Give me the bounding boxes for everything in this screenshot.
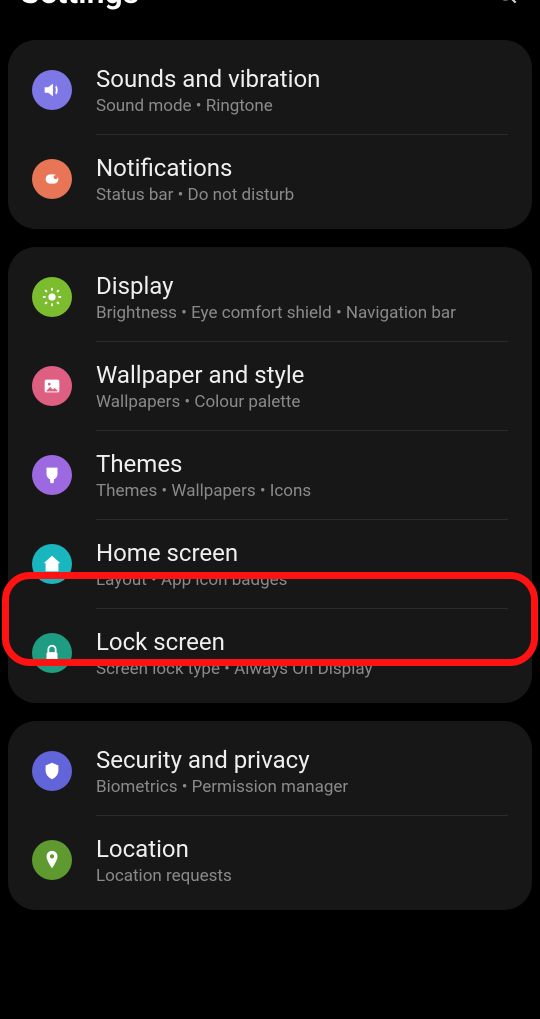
item-texts: LocationLocation requests bbox=[96, 834, 508, 886]
item-subtitle: Sound mode • Ringtone bbox=[96, 96, 508, 116]
item-texts: DisplayBrightness • Eye comfort shield •… bbox=[96, 271, 508, 323]
item-texts: Home screenLayout • App icon badges bbox=[96, 538, 508, 590]
settings-item-location[interactable]: LocationLocation requests bbox=[8, 816, 532, 904]
location-icon bbox=[32, 840, 72, 880]
item-title: Themes bbox=[96, 449, 508, 479]
settings-item-lock[interactable]: Lock screenScreen lock type • Always On … bbox=[8, 609, 532, 697]
item-subtitle: Wallpapers • Colour palette bbox=[96, 392, 508, 412]
item-texts: Wallpaper and styleWallpapers • Colour p… bbox=[96, 360, 508, 412]
lock-icon bbox=[32, 633, 72, 673]
item-texts: Lock screenScreen lock type • Always On … bbox=[96, 627, 508, 679]
settings-item-themes[interactable]: ThemesThemes • Wallpapers • Icons bbox=[8, 431, 532, 519]
item-subtitle: Location requests bbox=[96, 866, 508, 886]
item-title: Home screen bbox=[96, 538, 508, 568]
item-subtitle: Brightness • Eye comfort shield • Naviga… bbox=[96, 303, 508, 323]
page-title: Settings bbox=[20, 0, 139, 8]
item-texts: Sounds and vibrationSound mode • Rington… bbox=[96, 64, 508, 116]
settings-item-home[interactable]: Home screenLayout • App icon badges bbox=[8, 520, 532, 608]
settings-group: Security and privacyBiometrics • Permiss… bbox=[8, 721, 532, 910]
sun-icon bbox=[32, 277, 72, 317]
item-texts: Security and privacyBiometrics • Permiss… bbox=[96, 745, 508, 797]
item-title: Notifications bbox=[96, 153, 508, 183]
item-title: Display bbox=[96, 271, 508, 301]
settings-item-security[interactable]: Security and privacyBiometrics • Permiss… bbox=[8, 727, 532, 815]
item-title: Sounds and vibration bbox=[96, 64, 508, 94]
settings-item-wallpaper[interactable]: Wallpaper and styleWallpapers • Colour p… bbox=[8, 342, 532, 430]
picture-icon bbox=[32, 366, 72, 406]
settings-item-notifications[interactable]: NotificationsStatus bar • Do not disturb bbox=[8, 135, 532, 223]
item-subtitle: Screen lock type • Always On Display bbox=[96, 659, 508, 679]
shield-icon bbox=[32, 751, 72, 791]
settings-group: DisplayBrightness • Eye comfort shield •… bbox=[8, 247, 532, 703]
settings-item-display[interactable]: DisplayBrightness • Eye comfort shield •… bbox=[8, 253, 532, 341]
volume-icon bbox=[32, 70, 72, 110]
bell-icon bbox=[32, 159, 72, 199]
item-texts: NotificationsStatus bar • Do not disturb bbox=[96, 153, 508, 205]
item-title: Lock screen bbox=[96, 627, 508, 657]
item-subtitle: Layout • App icon badges bbox=[96, 570, 508, 590]
settings-list: Sounds and vibrationSound mode • Rington… bbox=[0, 40, 540, 910]
item-texts: ThemesThemes • Wallpapers • Icons bbox=[96, 449, 508, 501]
item-subtitle: Status bar • Do not disturb bbox=[96, 185, 508, 205]
home-icon bbox=[32, 544, 72, 584]
search-icon[interactable] bbox=[494, 0, 520, 7]
settings-screen: Settings Sounds and vibrationSound mode … bbox=[0, 0, 540, 1019]
item-title: Location bbox=[96, 834, 508, 864]
item-title: Security and privacy bbox=[96, 745, 508, 775]
settings-item-sounds[interactable]: Sounds and vibrationSound mode • Rington… bbox=[8, 46, 532, 134]
header: Settings bbox=[0, 0, 540, 22]
brush-icon bbox=[32, 455, 72, 495]
item-subtitle: Biometrics • Permission manager bbox=[96, 777, 508, 797]
item-title: Wallpaper and style bbox=[96, 360, 508, 390]
item-subtitle: Themes • Wallpapers • Icons bbox=[96, 481, 508, 501]
settings-group: Sounds and vibrationSound mode • Rington… bbox=[8, 40, 532, 229]
